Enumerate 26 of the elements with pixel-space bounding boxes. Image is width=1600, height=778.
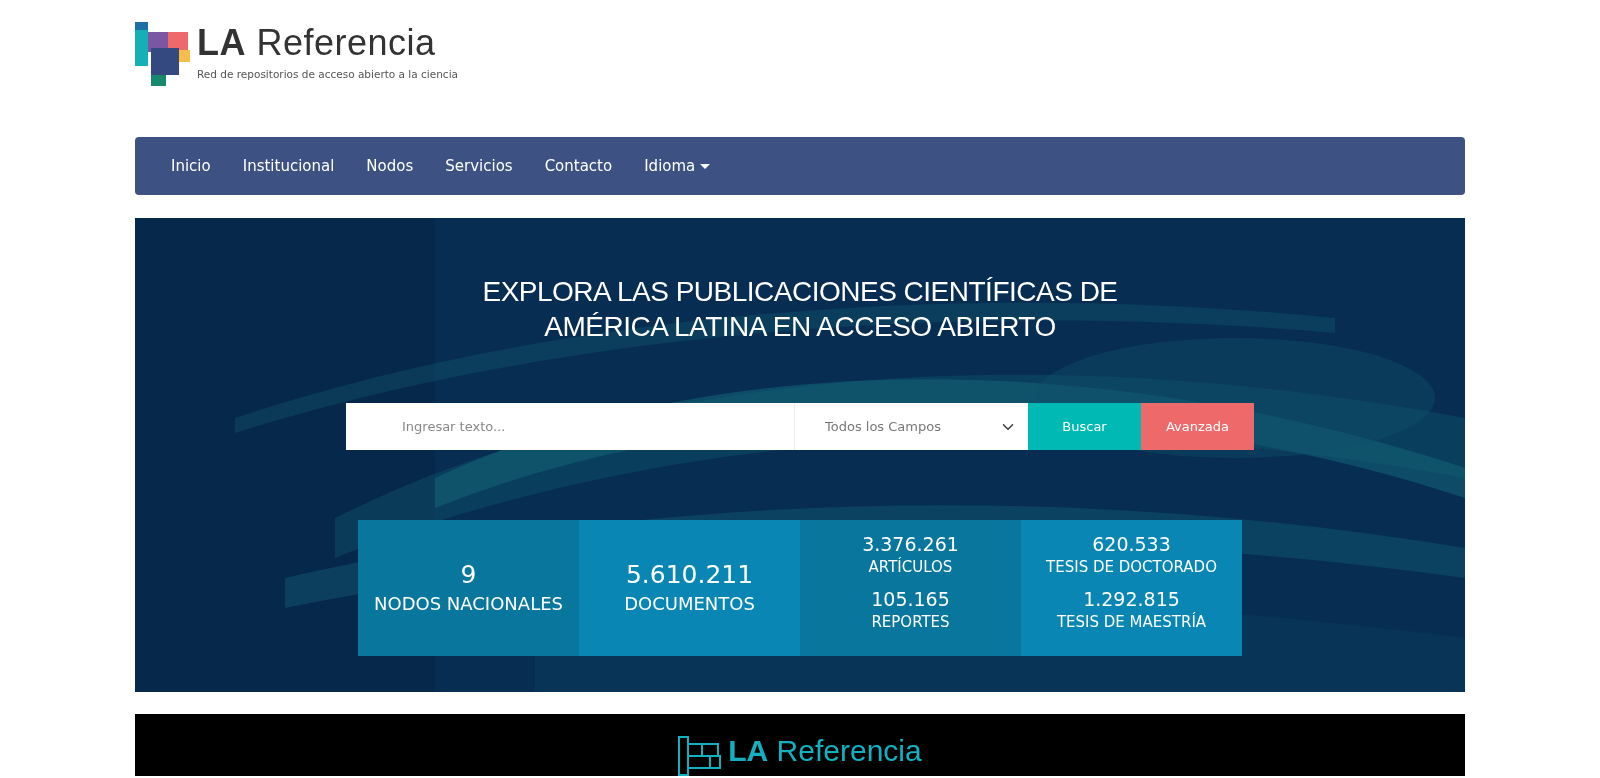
stat-label: DOCUMENTOS xyxy=(624,591,755,616)
nav-link[interactable]: Servicios xyxy=(429,154,529,178)
stat-number: 5.610.211 xyxy=(625,559,754,590)
stat-number: 1.292.815 xyxy=(1083,588,1180,611)
stat-label: TESIS DE MAESTRÍA xyxy=(1056,611,1207,633)
logo-title: LA Referencia xyxy=(197,25,437,62)
stat-number: 105.165 xyxy=(871,588,950,611)
stat-number: 3.376.261 xyxy=(862,532,959,556)
search-field[interactable]: Ingresar texto... xyxy=(346,403,794,450)
logo-icon xyxy=(135,22,193,86)
stat-label: TESIS DE DOCTORADO xyxy=(1046,556,1217,578)
dropdown-menu-link[interactable]: Idioma xyxy=(628,154,727,178)
stat-label: NODOS NACIONALES xyxy=(374,591,563,616)
stat-number: 9 xyxy=(460,559,477,590)
nav-link[interactable]: Contacto xyxy=(528,154,629,178)
nav-link[interactable]: Nodos xyxy=(350,154,430,178)
nav-link[interactable]: Inicio xyxy=(155,154,227,178)
logo-icon xyxy=(678,736,723,776)
stat-label: ARTÍCULOS xyxy=(868,556,953,578)
footer-logo-title: LA Referencia xyxy=(728,736,922,766)
nav-link[interactable]: Institucional xyxy=(226,154,351,178)
stat-number: 620.533 xyxy=(1092,532,1171,556)
stat-label: REPORTES xyxy=(871,611,950,633)
logo-tagline: Red de repositorios de acceso abierto a la ciencia xyxy=(197,67,458,83)
hero-title: EXPLORA LAS PUBLICACIONES CIENTÍFICAS DE AMÉRICA LATINA EN ACCESO ABIERTO xyxy=(482,275,1118,344)
field-select[interactable]: Todos los Campos xyxy=(794,403,1028,450)
